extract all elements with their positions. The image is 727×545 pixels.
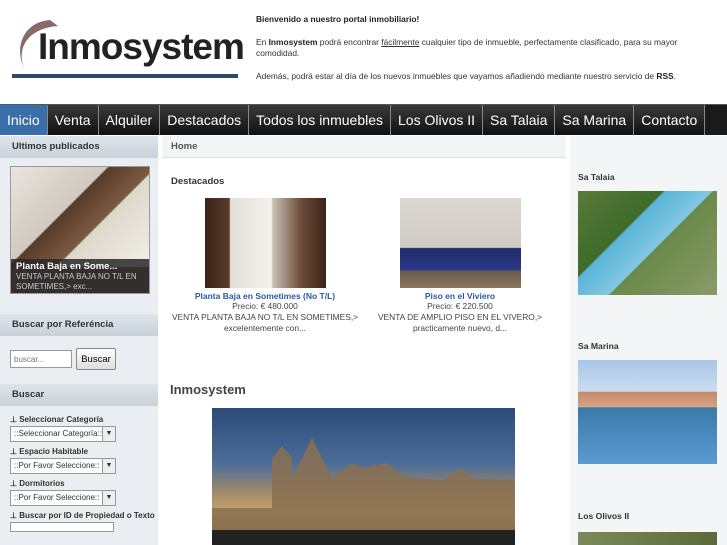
logo-text: Inmosystem — [38, 26, 245, 67]
nav-los-olivos[interactable]: Los Olivos II — [391, 105, 484, 135]
sa-marina-image[interactable] — [578, 360, 717, 464]
id-search-input[interactable] — [10, 522, 114, 532]
cathedral-silhouette-icon — [212, 438, 515, 545]
chevron-down-icon: ▼ — [103, 458, 116, 474]
intro-text: . — [673, 71, 676, 81]
property-image[interactable] — [399, 198, 521, 288]
page: Inmosystem Bienvenido a nuestro portal i… — [0, 0, 727, 545]
space-value: ::Por Favor Seleccione:: — [10, 458, 103, 474]
sa-talaia-image[interactable] — [578, 191, 717, 295]
ref-heading: Buscar por Referéncia — [0, 314, 158, 336]
filter-label: ⊥ Seleccionar Categoría — [10, 415, 104, 424]
bedrooms-select[interactable]: ::Por Favor Seleccione:: ▼ — [10, 490, 158, 506]
space-select[interactable]: ::Por Favor Seleccione:: ▼ — [10, 458, 158, 474]
bedrooms-value: ::Por Favor Seleccione:: — [10, 490, 103, 506]
search-button[interactable]: Buscar — [76, 348, 116, 370]
card-price: Precio: € 480.000 — [232, 301, 298, 311]
nav-alquiler[interactable]: Alquiler — [98, 105, 161, 135]
sa-talaia-heading[interactable]: Sa Talaia — [578, 172, 615, 182]
chevron-down-icon: ▼ — [103, 490, 116, 506]
featured-heading: Destacados — [171, 176, 225, 187]
latest-listing[interactable]: Planta Baja en Some... VENTA PLANTA BAJA… — [10, 166, 150, 294]
nav-venta[interactable]: Venta — [47, 105, 99, 135]
section-heading: Inmosystem — [170, 382, 246, 397]
latest-heading: Ultimos publicados — [0, 136, 158, 158]
latest-caption: Planta Baja en Some... VENTA PLANTA BAJA… — [11, 259, 149, 293]
rss-link[interactable]: RSS — [656, 71, 673, 81]
card-title[interactable]: Piso en el Viviero — [365, 291, 555, 301]
nav-inicio[interactable]: Inicio — [0, 105, 48, 135]
cathedral-image — [212, 408, 515, 545]
brand-name: Inmosystem — [268, 37, 318, 47]
filter-label: ⊥ Espacio Habitable — [10, 447, 89, 456]
latest-desc: VENTA PLANTA BAJA NO T/L EN SOMETIMES,> … — [16, 272, 137, 291]
category-value: ::Seleccionar Categoría:: — [10, 426, 103, 442]
nav-todos[interactable]: Todos los inmuebles — [249, 105, 392, 135]
main-content: Home Destacados Planta Baja en Sometimes… — [162, 136, 566, 545]
site-logo[interactable]: Inmosystem — [10, 16, 245, 82]
card-desc: VENTA DE AMPLIO PISO EN EL VIVERO,> — [377, 312, 543, 322]
property-image[interactable] — [204, 198, 326, 288]
featured-card[interactable]: Planta Baja en Sometimes (No T/L) Precio… — [170, 198, 360, 334]
filter-label: ⊥ Buscar por ID de Propiedad o Texto — [10, 511, 155, 520]
facilmente-link[interactable]: fácilmente — [381, 37, 419, 47]
intro-text: podrá encontrar — [317, 37, 382, 47]
card-desc: excelentemente con... — [224, 323, 306, 333]
welcome-heading: Bienvenido a nuestro portal inmobiliario… — [256, 14, 420, 24]
intro-text: Además, podrá estar al día de los nuevos… — [256, 71, 657, 81]
nav-destacados[interactable]: Destacados — [160, 105, 250, 135]
latest-title[interactable]: Planta Baja en Some... — [16, 261, 146, 272]
ref-search: Buscar — [0, 336, 158, 370]
card-price: Precio: € 220.500 — [427, 301, 493, 311]
los-olivos-heading[interactable]: Los Olivos II — [578, 511, 629, 521]
search-input[interactable] — [10, 350, 72, 368]
card-title[interactable]: Planta Baja en Sometimes (No T/L) — [170, 291, 360, 301]
category-label: Seleccionar Categoría — [19, 415, 104, 424]
bedrooms-label: Dormitorios — [19, 479, 65, 488]
space-label: Espacio Habitable — [19, 447, 89, 456]
id-search-label: Buscar por ID de Propiedad o Texto — [19, 511, 155, 520]
intro-text: En — [256, 37, 269, 47]
latest-listing-image — [11, 167, 149, 267]
chevron-down-icon: ▼ — [103, 426, 116, 442]
search-filters: ⊥ Seleccionar Categoría ::Seleccionar Ca… — [0, 406, 158, 532]
filter-label: ⊥ Dormitorios — [10, 479, 65, 488]
category-select[interactable]: ::Seleccionar Categoría:: ▼ — [10, 426, 158, 442]
nav-sa-marina[interactable]: Sa Marina — [555, 105, 635, 135]
welcome-text: Bienvenido a nuestro portal inmobiliario… — [256, 14, 721, 94]
los-olivos-image[interactable] — [578, 532, 717, 545]
featured-card[interactable]: Piso en el Viviero Precio: € 220.500 VEN… — [365, 198, 555, 334]
left-sidebar: Ultimos publicados Planta Baja en Some..… — [0, 136, 158, 545]
logo-underline — [12, 74, 238, 78]
nav-contacto[interactable]: Contacto — [634, 105, 706, 135]
sa-marina-heading[interactable]: Sa Marina — [578, 341, 619, 351]
right-sidebar: Sa Talaia Sa Marina Los Olivos II — [570, 136, 727, 545]
main-nav: Inicio Venta Alquiler Destacados Todos l… — [0, 104, 727, 135]
card-desc: practicamente nuevo, d... — [412, 323, 508, 333]
breadcrumb[interactable]: Home — [162, 136, 566, 158]
card-desc: VENTA PLANTA BAJA NO T/L EN SOMETIMES,> — [171, 312, 359, 322]
nav-sa-talaia[interactable]: Sa Talaia — [483, 105, 556, 135]
search-heading: Buscar — [0, 384, 158, 406]
